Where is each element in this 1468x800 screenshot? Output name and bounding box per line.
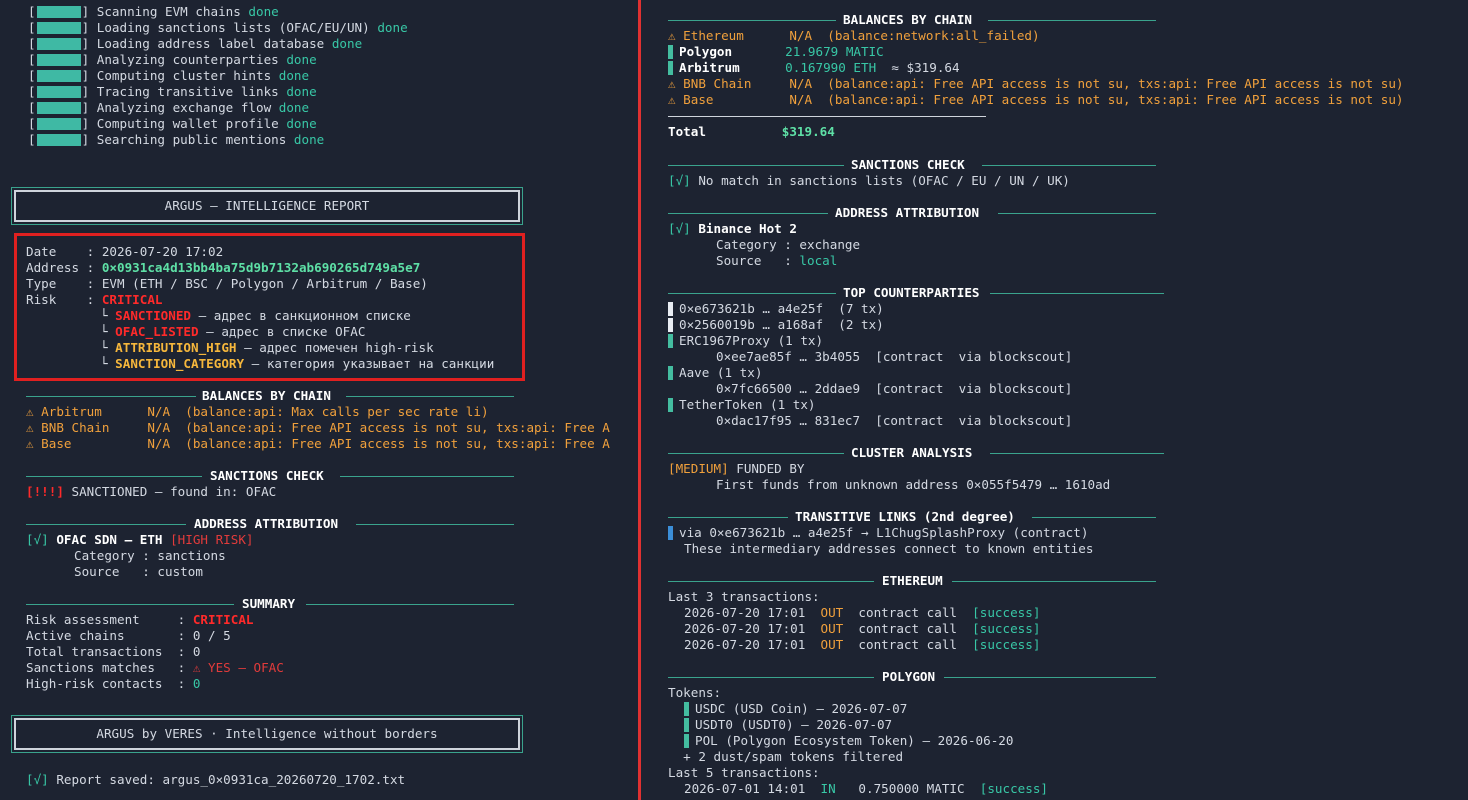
footer-box: ARGUS by VERES · Intelligence without bo…	[11, 715, 523, 753]
transitive-note: These intermediary addresses connect to …	[684, 541, 1094, 556]
progress-item: [] Analyzing counterparties done	[28, 52, 317, 67]
attribution-source: Source : custom	[74, 564, 203, 579]
total-divider	[668, 116, 986, 117]
balance-row: ⚠ Base N/A (balance:api: Free API access…	[668, 92, 1404, 107]
contract-address: 0×ee7ae85f … 3b4055 [contract via blocks…	[716, 349, 1073, 364]
progress-bar	[36, 134, 81, 146]
section-header-sanctions: SANCTIONS CHECK	[26, 468, 514, 484]
progress-item: [] Tracing transitive links done	[28, 84, 317, 99]
counterparty-row: 0×2560019b … a168af (2 tx)	[668, 317, 884, 333]
risk-flag: └ ATTRIBUTION_HIGH — адрес помечен high-…	[100, 340, 434, 355]
eth-tx-row: 2026-07-20 17:01 OUT contract call [succ…	[684, 637, 1041, 652]
transitive-link: via 0×e673621b … a4e25f → L1ChugSplashPr…	[668, 525, 1088, 541]
progress-item: [] Scanning EVM chains done	[28, 4, 279, 19]
section-header-counterparties: TOP COUNTERPARTIES	[668, 285, 1164, 301]
contract-row: ERC1967Proxy (1 tx)	[668, 333, 823, 349]
attribution-source: Source : local	[716, 253, 838, 268]
contract-address: 0×dac17f95 … 831ec7 [contract via blocks…	[716, 413, 1073, 428]
progress-bar	[36, 54, 81, 66]
risk-flag: └ SANCTION_CATEGORY — категория указывае…	[100, 356, 495, 371]
cluster-detail: First funds from unknown address 0×055f5…	[716, 477, 1111, 492]
progress-item: [] Loading address label database done	[28, 36, 363, 51]
balance-total: Total $319.64	[668, 124, 835, 139]
balance-row: ⚠ Arbitrum N/A (balance:api: Max calls p…	[26, 404, 489, 419]
section-header-ethereum: ETHEREUM	[668, 573, 1156, 589]
polygon-tx-heading: Last 5 transactions:	[668, 765, 820, 780]
eth-tx-row: 2026-07-20 17:01 OUT contract call [succ…	[684, 605, 1041, 620]
attribution-entry: [√] Binance Hot 2	[668, 221, 797, 236]
right-terminal-pane: BALANCES BY CHAIN ⚠ Ethereum N/A (balanc…	[644, 0, 1468, 800]
section-header-cluster: CLUSTER ANALYSIS	[668, 445, 1164, 461]
token-row: USDC (USD Coin) — 2026-07-07	[684, 701, 907, 717]
progress-bar	[36, 6, 81, 18]
info-address: Address : 0×0931ca4d13bb4ba75d9b7132ab69…	[26, 260, 421, 275]
summary-risk: Risk assessment : CRITICAL	[26, 612, 254, 627]
balance-row: ⚠ Base N/A (balance:api: Free API access…	[26, 436, 610, 451]
tokens-filtered: + 2 dust/spam tokens filtered	[683, 749, 904, 764]
contract-row: TetherToken (1 tx)	[668, 397, 815, 413]
summary-transactions: Total transactions : 0	[26, 644, 201, 659]
balance-row: ⚠ BNB Chain N/A (balance:api: Free API a…	[668, 76, 1404, 91]
report-saved: [√] Report saved: argus_0×0931ca_2026072…	[26, 772, 406, 787]
attribution-entry: [√] OFAC SDN — ETH [HIGH RISK]	[26, 532, 254, 547]
balance-row: ⚠ BNB Chain N/A (balance:api: Free API a…	[26, 420, 610, 435]
contract-address: 0×7fc66500 … 2ddae9 [contract via blocks…	[716, 381, 1073, 396]
progress-item: [] Searching public mentions done	[28, 132, 325, 147]
summary-highrisk: High-risk contacts : 0	[26, 676, 201, 691]
contract-row: Aave (1 tx)	[668, 365, 762, 381]
attribution-category: Category : sanctions	[74, 548, 226, 563]
report-title-box: ARGUS — INTELLIGENCE REPORT	[11, 187, 523, 225]
info-risk: Risk : CRITICAL	[26, 292, 163, 307]
progress-item: [] Loading sanctions lists (OFAC/EU/UN) …	[28, 20, 408, 35]
progress-bar	[36, 86, 81, 98]
section-header-attribution: ADDRESS ATTRIBUTION	[26, 516, 514, 532]
info-date: Date : 2026-07-20 17:02	[26, 244, 224, 259]
section-header-polygon: POLYGON	[668, 669, 1156, 685]
summary-sanctions: Sanctions matches : ⚠ YES — OFAC	[26, 660, 284, 675]
attribution-category: Category : exchange	[716, 237, 861, 252]
progress-bar	[36, 38, 81, 50]
info-type: Type : EVM (ETH / BSC / Polygon / Arbitr…	[26, 276, 428, 291]
footer-title: ARGUS by VERES · Intelligence without bo…	[96, 726, 438, 741]
risk-flag: └ OFAC_LISTED — адрес в списке OFAC	[100, 324, 366, 339]
token-row: POL (Polygon Ecosystem Token) — 2026-06-…	[684, 733, 1013, 749]
progress-item: [] Computing wallet profile done	[28, 116, 317, 131]
polygon-tokens-heading: Tokens:	[668, 685, 722, 700]
left-terminal-pane: [] Scanning EVM chains done [] Loading s…	[0, 0, 638, 800]
eth-tx-heading: Last 3 transactions:	[668, 589, 820, 604]
section-header-summary: SUMMARY	[26, 596, 514, 612]
summary-chains: Active chains : 0 / 5	[26, 628, 231, 643]
risk-flag: └ SANCTIONED — адрес в санкционном списк…	[100, 308, 411, 323]
progress-bar	[36, 70, 81, 82]
pane-divider[interactable]	[638, 0, 641, 800]
eth-tx-row: 2026-07-20 17:01 OUT contract call [succ…	[684, 621, 1041, 636]
polygon-tx-row: 2026-07-01 14:01 IN 0.750000 MATIC [succ…	[684, 781, 1048, 796]
progress-item: [] Analyzing exchange flow done	[28, 100, 310, 115]
progress-bar	[36, 22, 81, 34]
progress-bar	[36, 102, 81, 114]
section-header-attribution: ADDRESS ATTRIBUTION	[668, 205, 1156, 221]
sanctions-result: [√] No match in sanctions lists (OFAC / …	[668, 173, 1070, 188]
balance-row: Arbitrum 0.167990 ETH ≈ $319.64	[668, 60, 960, 76]
counterparty-row: 0×e673621b … a4e25f (7 tx)	[668, 301, 884, 317]
progress-item: [] Computing cluster hints done	[28, 68, 310, 83]
section-header-balances: BALANCES BY CHAIN	[26, 388, 514, 404]
balance-row: Polygon 21.9679 MATIC	[668, 44, 884, 60]
balance-row: ⚠ Ethereum N/A (balance:network:all_fail…	[668, 28, 1040, 43]
cluster-level: [MEDIUM] FUNDED BY	[668, 461, 805, 476]
sanctions-result: [!!!] SANCTIONED — found in: OFAC	[26, 484, 277, 499]
section-header-balances: BALANCES BY CHAIN	[668, 12, 1156, 28]
progress-bar	[36, 118, 81, 130]
section-header-transitive: TRANSITIVE LINKS (2nd degree)	[668, 509, 1156, 525]
section-header-sanctions: SANCTIONS CHECK	[668, 157, 1156, 173]
report-title: ARGUS — INTELLIGENCE REPORT	[164, 198, 370, 213]
token-row: USDT0 (USDT0) — 2026-07-07	[684, 717, 892, 733]
